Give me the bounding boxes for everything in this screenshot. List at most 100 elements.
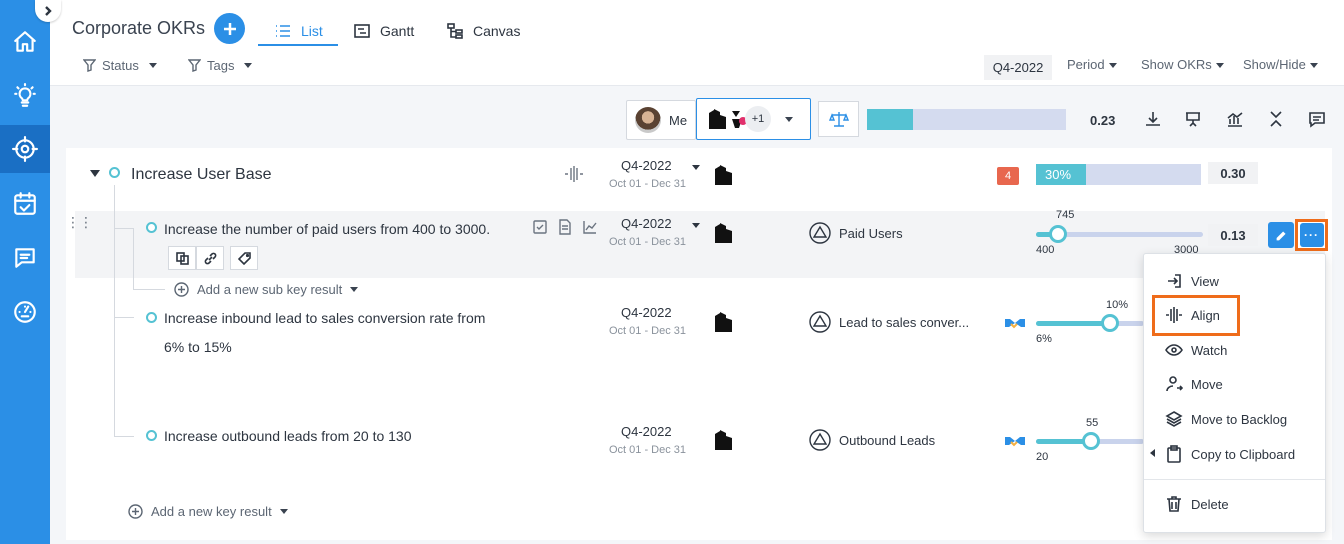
show-okrs-menu[interactable]: Show OKRs xyxy=(1141,57,1224,72)
key-result-title[interactable]: Increase outbound leads from 20 to 130 xyxy=(164,428,412,444)
key-result-title-line1[interactable]: Increase inbound lead to sales conversio… xyxy=(164,310,485,326)
overall-progress-fill xyxy=(867,109,913,130)
tree-connector xyxy=(114,436,134,437)
add-sub-key-result-label: Add a new sub key result xyxy=(197,282,343,297)
key-result-quarter[interactable]: Q4-2022 xyxy=(621,305,672,320)
chevron-down-icon[interactable] xyxy=(692,165,700,170)
tree-connector xyxy=(114,317,134,318)
objective-score[interactable]: 0.30 xyxy=(1208,162,1258,184)
objective-title[interactable]: Increase User Base xyxy=(131,166,272,184)
collapse-objective-toggle[interactable] xyxy=(90,170,100,177)
tags-filter[interactable]: Tags xyxy=(188,58,253,73)
team-extra-count: +1 xyxy=(745,106,771,132)
team-selector[interactable]: +1 xyxy=(696,98,811,140)
edit-button[interactable] xyxy=(1268,222,1294,248)
key-result-bullet xyxy=(146,222,157,233)
chevron-right-icon xyxy=(45,6,52,16)
view-enter-icon xyxy=(1168,274,1181,288)
analytics-button[interactable] xyxy=(1224,108,1246,130)
link-button[interactable] xyxy=(196,246,224,270)
nav-ideas[interactable] xyxy=(0,72,50,120)
triangle-circle-icon xyxy=(809,429,831,451)
kpi-label: Paid Users xyxy=(839,225,903,241)
team-logo-icon xyxy=(715,165,732,185)
start-value: 20 xyxy=(1036,451,1049,463)
key-result-quarter[interactable]: Q4-2022 xyxy=(621,216,672,231)
me-filter-button[interactable]: Me xyxy=(626,100,696,140)
period-menu[interactable]: Period xyxy=(1067,57,1117,72)
download-button[interactable] xyxy=(1142,108,1164,130)
chevron-down-icon xyxy=(279,509,288,514)
menu-item-copy-to-clipboard[interactable]: Copy to Clipboard xyxy=(1144,439,1325,469)
objective-progress-bar: 30% xyxy=(1036,164,1201,185)
key-result-title-line2[interactable]: 6% to 15% xyxy=(164,339,232,355)
objective-dates: Oct 01 - Dec 31 xyxy=(609,178,687,190)
current-value: 10% xyxy=(1106,299,1129,311)
key-result-quarter[interactable]: Q4-2022 xyxy=(621,424,672,439)
menu-item-move-to-backlog[interactable]: Move to Backlog xyxy=(1144,404,1325,434)
balance-view-button[interactable] xyxy=(818,101,859,137)
tab-gantt[interactable]: Gantt xyxy=(353,16,414,46)
tag-button[interactable] xyxy=(230,246,258,270)
collapse-all-button[interactable] xyxy=(1265,108,1287,130)
add-key-result-link[interactable]: Add a new key result xyxy=(128,504,288,519)
chevron-down-icon xyxy=(244,63,253,68)
progress-slider-handle[interactable] xyxy=(1082,432,1100,450)
notes-button[interactable] xyxy=(557,219,575,237)
progress-slider-fill xyxy=(1036,439,1088,444)
status-filter[interactable]: Status xyxy=(83,58,157,73)
chevron-down-icon xyxy=(1108,63,1117,69)
key-result-kpi[interactable]: Paid Users xyxy=(809,222,903,244)
home-icon xyxy=(14,31,36,52)
nav-dashboard[interactable] xyxy=(0,288,50,336)
key-result-dates: Oct 01 - Dec 31 xyxy=(609,444,687,456)
left-navigation xyxy=(0,0,50,544)
key-result-score[interactable]: 0.13 xyxy=(1208,224,1258,246)
page-header: Corporate OKRs List Gantt Canvas Status … xyxy=(50,0,1344,86)
align-icon xyxy=(565,166,583,182)
comments-button[interactable] xyxy=(1306,108,1328,130)
chevron-down-icon[interactable] xyxy=(692,223,700,228)
checkin-button[interactable] xyxy=(532,219,550,237)
chevron-down-icon xyxy=(1215,63,1224,69)
scale-icon xyxy=(828,112,849,127)
owner-team-logo xyxy=(712,310,736,334)
align-indicator[interactable] xyxy=(564,164,584,187)
key-result-title[interactable]: Increase the number of paid users from 4… xyxy=(164,221,490,237)
show-hide-menu[interactable]: Show/Hide xyxy=(1243,57,1318,72)
link-icon xyxy=(204,252,216,264)
nav-chat[interactable] xyxy=(0,234,50,282)
comment-icon xyxy=(1309,112,1325,128)
team-logo-icon xyxy=(715,430,732,450)
nav-tasks[interactable] xyxy=(0,180,50,228)
show-hide-menu-label: Show/Hide xyxy=(1243,57,1306,72)
tree-connector xyxy=(114,185,115,437)
team-logo-icon xyxy=(715,223,732,243)
add-sub-key-result-link[interactable]: Add a new sub key result xyxy=(174,282,359,297)
chart-button[interactable] xyxy=(582,219,600,237)
objective-key-result-count[interactable]: 4 xyxy=(997,167,1019,185)
menu-item-move[interactable]: Move xyxy=(1144,369,1325,399)
kpi-label: Lead to sales conver... xyxy=(839,314,970,330)
nav-home[interactable] xyxy=(0,18,50,66)
drag-handle[interactable]: ⋮⋮ xyxy=(66,215,93,229)
nav-okrs[interactable] xyxy=(0,125,50,173)
collapse-arrows-icon xyxy=(1270,111,1282,127)
progress-slider-handle[interactable] xyxy=(1101,314,1119,332)
menu-item-watch[interactable]: Watch xyxy=(1144,335,1325,365)
kpi-label: Outbound Leads xyxy=(839,432,936,448)
copy-button[interactable] xyxy=(168,246,196,270)
tab-canvas[interactable]: Canvas xyxy=(446,16,520,46)
add-okr-button[interactable] xyxy=(214,13,245,44)
presentation-button[interactable] xyxy=(1182,108,1204,130)
more-options-button[interactable]: ··· xyxy=(1295,219,1328,251)
menu-item-delete[interactable]: Delete xyxy=(1144,489,1325,519)
objective-quarter[interactable]: Q4-2022 xyxy=(621,158,672,173)
lightbulb-icon xyxy=(14,83,36,107)
show-okrs-menu-label: Show OKRs xyxy=(1141,57,1212,72)
tab-list[interactable]: List xyxy=(274,16,323,46)
active-tab-indicator xyxy=(258,44,338,46)
key-result-kpi[interactable]: Outbound Leads xyxy=(809,429,935,451)
key-result-kpi[interactable]: Lead to sales conver... xyxy=(809,311,969,333)
menu-item-view[interactable]: View xyxy=(1144,266,1325,296)
